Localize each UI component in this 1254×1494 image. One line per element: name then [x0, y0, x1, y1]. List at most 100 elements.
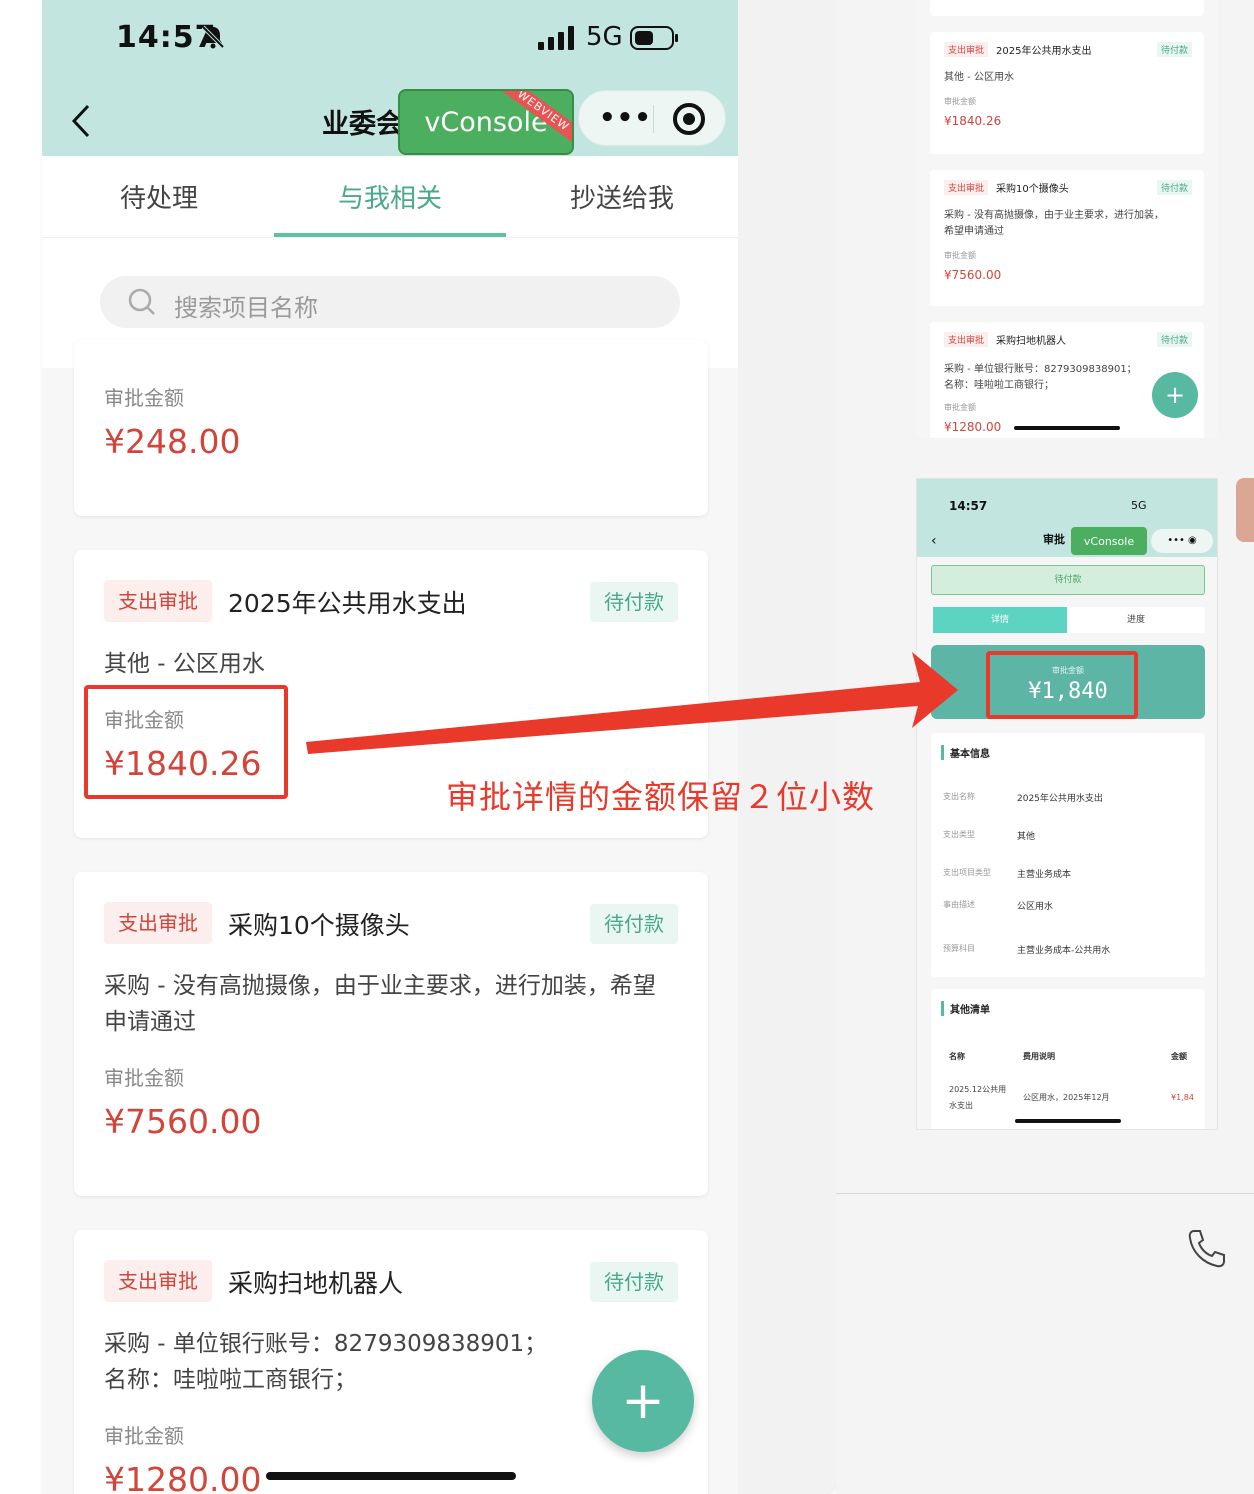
mini-add-button: + — [1152, 372, 1198, 418]
mini-panel-title: 其他清单 — [941, 1001, 990, 1016]
mini-info-key: 预算科目 — [943, 944, 975, 953]
home-indicator — [266, 1472, 516, 1480]
mini-info-key: 支出名称 — [943, 792, 975, 801]
mini-table-header: 名称 — [949, 1052, 965, 1061]
mini-info-key: 支出项目类型 — [943, 868, 991, 877]
mini-capsule: ••• ◉ — [1151, 529, 1213, 553]
more-icon[interactable]: ••• — [599, 103, 652, 133]
phone-call-icon[interactable] — [1186, 1228, 1228, 1270]
mini-card: 支出审批 2025年公共用水支出 待付款 其他 - 公区用水 审批金额 ¥184… — [930, 32, 1204, 154]
mini-card — [930, 0, 1204, 16]
mini-home-indicator — [1015, 1119, 1121, 1123]
mini-tab-progress: 进度 — [1067, 607, 1205, 633]
card-description: 其他 - 公区用水 — [104, 651, 265, 677]
mini-other-list-panel: 其他清单 名称 费用说明 金额 2025.12公共用 水支出 公区用水，2025… — [931, 989, 1205, 1129]
mini-info-value: 2025年公共用水支出 — [1017, 794, 1103, 804]
approval-card[interactable]: 支出审批 采购10个摄像头 待付款 采购 - 没有高抛摄像，由于业主要求，进行加… — [74, 872, 708, 1196]
mini-info-key: 事由描述 — [943, 900, 975, 909]
active-tab-indicator — [274, 233, 506, 237]
search-input[interactable]: 搜索项目名称 — [100, 276, 680, 328]
mini-list-screenshot: 支出审批 2025年公共用水支出 待付款 其他 - 公区用水 审批金额 ¥184… — [916, 0, 1218, 438]
card-title: 采购扫地机器人 — [228, 1269, 404, 1298]
amount-value: ¥7560.00 — [104, 1102, 262, 1141]
mini-info-value: 主营业务成本 — [1017, 870, 1072, 880]
amount-label: 审批金额 — [104, 386, 184, 410]
highlight-box-detail-amount — [986, 651, 1138, 719]
amount-value: ¥1280.00 — [104, 1460, 262, 1494]
tab-related-to-me[interactable]: 与我相关 — [338, 178, 442, 215]
type-badge: 支出审批 — [104, 902, 212, 944]
mini-home-indicator — [1014, 426, 1120, 430]
mini-amount-label: 审批金额 — [944, 403, 976, 412]
mini-table-cell: 公区用水，2025年12月 — [1023, 1093, 1110, 1102]
mini-detail-screenshot: 14:57 5G ‹ 审批 vConsole ••• ◉ 待付款 详情 进度 审… — [916, 478, 1218, 1130]
mini-network-type: 5G — [1131, 499, 1147, 512]
mini-type-badge: 支出审批 — [944, 332, 989, 347]
mini-status-time: 14:57 — [949, 499, 988, 513]
card-description-line1: 采购 - 单位银行账号：8279309838901； — [104, 1331, 548, 1357]
mini-card-title: 采购10个摄像头 — [996, 184, 1069, 195]
mini-status-badge: 待付款 — [1156, 332, 1192, 347]
search-icon — [128, 288, 155, 315]
mini-tab-details: 详情 — [933, 607, 1067, 633]
card-title: 采购10个摄像头 — [228, 911, 410, 940]
signal-icon — [538, 26, 574, 50]
amount-value: ¥248.00 — [104, 422, 241, 461]
capsule-divider — [653, 105, 654, 133]
mini-table-cell: ¥1,84 — [1171, 1093, 1194, 1102]
mini-card-description: 其他 - 公区用水 — [944, 72, 1014, 83]
mini-vconsole-button: vConsole — [1071, 527, 1147, 555]
mini-amount-label: 审批金额 — [944, 97, 976, 106]
mini-card-description-line1: 采购 - 单位银行账号：8279309838901； — [944, 364, 1137, 375]
type-badge: 支出审批 — [104, 580, 212, 622]
mini-status-badge: 待付款 — [1156, 180, 1192, 195]
tab-pending[interactable]: 待处理 — [120, 178, 198, 215]
mini-status-box: 待付款 — [931, 565, 1205, 595]
mini-basic-info-panel: 基本信息 支出名称 2025年公共用水支出 支出类型 其他 支出项目类型 主营业… — [931, 733, 1205, 977]
mini-panel-title: 基本信息 — [941, 745, 990, 760]
mini-card: 支出审批 采购10个摄像头 待付款 采购 - 没有高抛摄像，由于业主要求，进行加… — [930, 170, 1204, 306]
amount-label: 审批金额 — [104, 1066, 184, 1090]
search-placeholder: 搜索项目名称 — [174, 294, 318, 322]
page-title: 业委会 — [322, 109, 403, 140]
mini-type-badge: 支出审批 — [944, 42, 989, 57]
avatar-thumbnail — [1236, 478, 1254, 542]
nav-bar: 业委会 vConsole WEBVIEW ••• — [42, 76, 738, 156]
mini-info-value: 其他 — [1017, 832, 1036, 842]
tab-cc-to-me[interactable]: 抄送给我 — [570, 178, 674, 215]
mini-card-title: 采购扫地机器人 — [996, 336, 1066, 347]
mini-info-value: 公区用水 — [1017, 902, 1054, 912]
mini-type-badge: 支出审批 — [944, 180, 989, 195]
close-miniprogram-icon[interactable] — [673, 103, 705, 135]
network-type: 5G — [586, 22, 623, 52]
mini-card-description-line1: 采购 - 没有高抛摄像，由于业主要求，进行加装， — [944, 210, 1164, 221]
amount-label: 审批金额 — [104, 1424, 184, 1448]
mini-amount-value: ¥1280.00 — [944, 420, 1002, 434]
mini-page-title: 审批 — [1043, 533, 1065, 546]
mini-header: 14:57 5G ‹ 审批 vConsole ••• ◉ — [917, 479, 1217, 557]
card-description: 采购 - 没有高抛摄像，由于业主要求，进行加装，希望申请通过 — [104, 973, 656, 1035]
approval-card[interactable]: 审批金额 ¥248.00 — [74, 340, 708, 516]
status-bar: 14:57 5G — [42, 0, 738, 76]
mini-amount-value: ¥1840.26 — [944, 114, 1002, 128]
panel-divider — [836, 1193, 1254, 1194]
mini-table-header: 金额 — [1171, 1052, 1187, 1061]
mini-amount-label: 审批金额 — [944, 251, 976, 260]
bell-muted-icon — [201, 25, 225, 49]
mini-card-description-line2: 希望申请通过 — [944, 226, 1004, 237]
mini-table-cell: 水支出 — [949, 1101, 973, 1110]
type-badge: 支出审批 — [104, 1260, 212, 1302]
battery-icon — [630, 26, 678, 50]
annotation-text: 审批详情的金额保留２位小数 — [446, 778, 876, 816]
mini-table-cell: 2025.12公共用 — [949, 1085, 1007, 1094]
tab-bar: 待处理 与我相关 抄送给我 — [42, 156, 738, 238]
status-badge: 待付款 — [590, 904, 678, 944]
status-badge: 待付款 — [590, 1262, 678, 1302]
mini-info-value: 主营业务成本-公共用水 — [1017, 946, 1111, 956]
miniprogram-capsule: ••• — [578, 90, 726, 146]
vconsole-button[interactable]: vConsole WEBVIEW — [398, 89, 574, 155]
mini-info-key: 支出类型 — [943, 830, 975, 839]
add-button[interactable]: + — [592, 1350, 694, 1452]
back-arrow-icon[interactable] — [70, 104, 92, 138]
mini-amount-value: ¥7560.00 — [944, 268, 1002, 282]
